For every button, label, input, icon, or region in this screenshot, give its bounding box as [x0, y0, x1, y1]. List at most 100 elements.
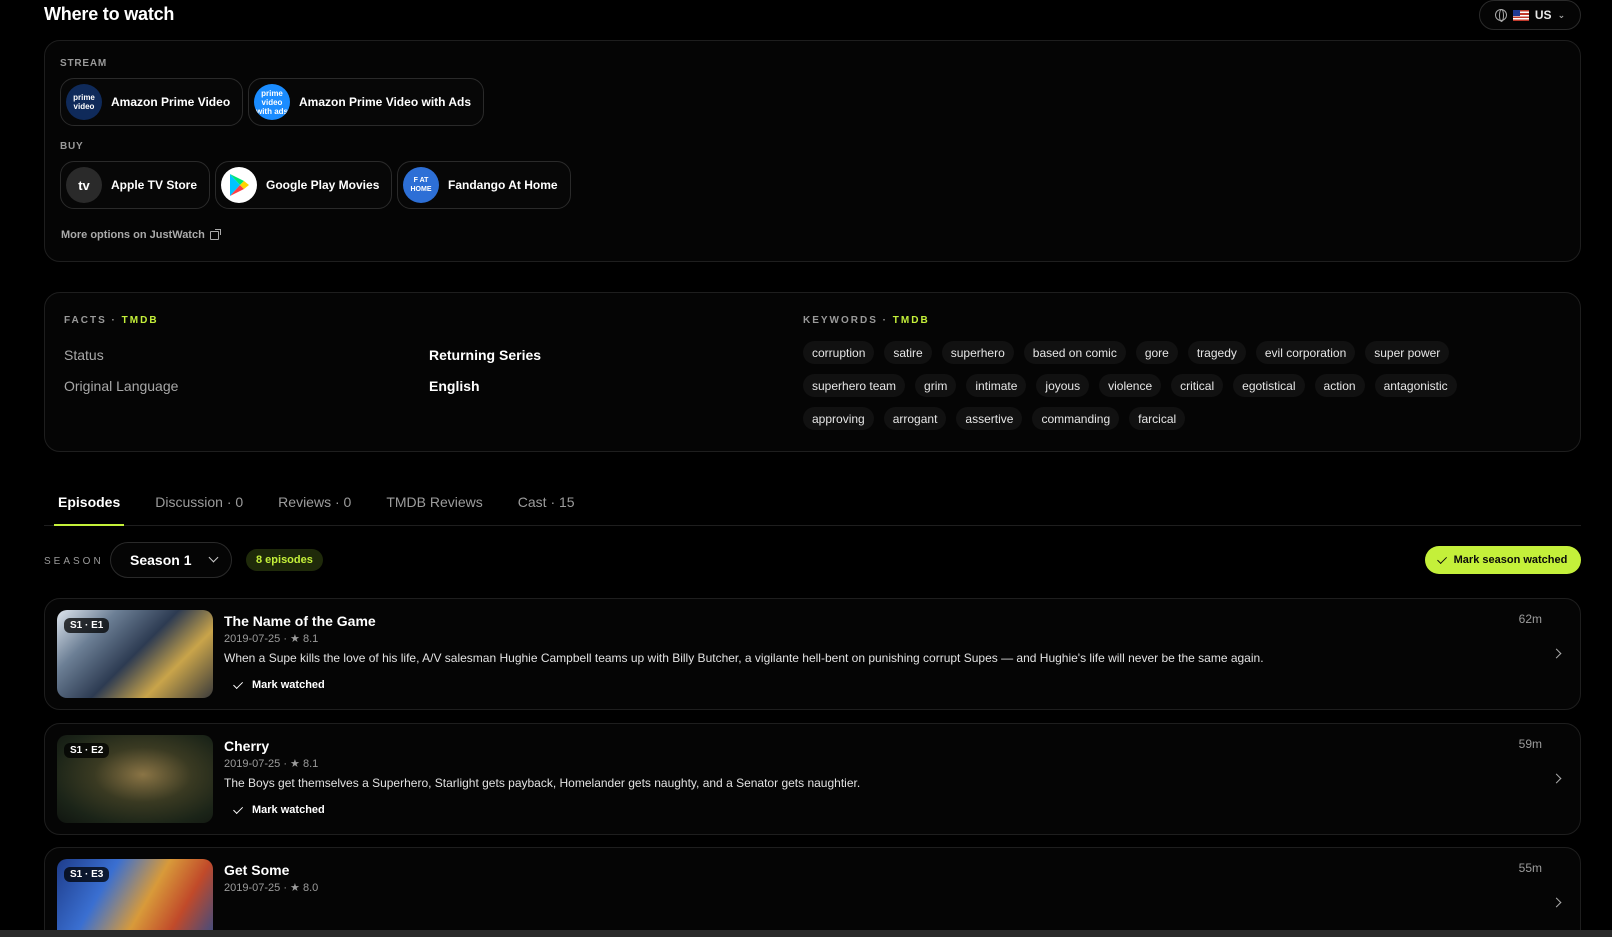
keywords-heading-label: KEYWORDS	[803, 315, 878, 326]
provider-amazon-prime-video-ads[interactable]: prime video with ads Amazon Prime Video …	[248, 78, 485, 126]
keyword-chip[interactable]: commanding	[1032, 407, 1120, 430]
chevron-right-icon[interactable]	[1551, 897, 1562, 908]
keyword-chip[interactable]: evil corporation	[1255, 341, 1356, 364]
keywords-source: TMDB	[892, 315, 930, 326]
keywords-heading: KEYWORDS · TMDB	[803, 315, 930, 326]
mark-season-watched-button[interactable]: Mark season watched	[1425, 546, 1581, 574]
provider-amazon-prime-video[interactable]: prime video Amazon Prime Video	[60, 78, 244, 126]
keyword-chip[interactable]: tragedy	[1187, 341, 1246, 364]
mark-watched-button[interactable]: Mark watched	[233, 678, 325, 691]
episode-title: Cherry	[224, 738, 270, 754]
provider-fandango-at-home[interactable]: F AT HOME Fandango At Home	[397, 161, 571, 209]
keyword-chip[interactable]: farcical	[1129, 407, 1186, 430]
check-icon	[1436, 553, 1447, 564]
keyword-chip[interactable]: based on comic	[1023, 341, 1126, 364]
facts-source: TMDB	[121, 315, 159, 326]
tab-tmdb-reviews[interactable]: TMDB Reviews	[386, 486, 482, 525]
facts-heading-label: FACTS	[64, 315, 107, 326]
mark-watched-label: Mark watched	[252, 679, 325, 691]
episode-code: S1 · E1	[64, 618, 110, 633]
keyword-chip[interactable]: grim	[915, 374, 957, 397]
keyword-chip[interactable]: corruption	[803, 341, 875, 364]
provider-name: Amazon Prime Video with Ads	[299, 95, 472, 109]
keyword-chip[interactable]: assertive	[956, 407, 1023, 430]
keyword-chip[interactable]: super power	[1365, 341, 1450, 364]
tab-cast[interactable]: Cast · 15	[518, 486, 575, 525]
episode-title: The Name of the Game	[224, 613, 376, 629]
season-select[interactable]: Season 1	[110, 542, 232, 578]
check-icon	[233, 678, 244, 689]
region-selector[interactable]: US ⌄	[1479, 0, 1581, 30]
chevron-down-icon	[208, 552, 219, 563]
episode-count-badge: 8 episodes	[246, 549, 323, 571]
horizontal-scrollbar[interactable]	[0, 930, 1612, 937]
tab-bar: Episodes Discussion · 0 Reviews · 0 TMDB Re…	[44, 486, 1581, 526]
where-to-watch-title: Where to watch	[44, 4, 175, 24]
keyword-chip[interactable]: arrogant	[883, 407, 947, 430]
provider-google-play-movies[interactable]: Google Play Movies	[215, 161, 393, 209]
keyword-chip[interactable]: critical	[1171, 374, 1224, 397]
fandango-logo-icon: F AT HOME	[403, 167, 439, 203]
episode-duration: 59m	[1518, 737, 1542, 751]
episode-thumbnail: S1 · E3	[57, 859, 213, 937]
keyword-chip[interactable]: antagonistic	[1374, 374, 1457, 397]
apple-tv-logo-icon: tv	[66, 167, 102, 203]
fact-label-language: Original Language	[64, 378, 179, 394]
episode-code: S1 · E3	[64, 867, 110, 882]
chevron-right-icon[interactable]	[1551, 648, 1562, 659]
facts-heading: FACTS · TMDB	[64, 315, 159, 326]
episode-meta: 2019-07-25 · ★ 8.0	[224, 882, 319, 894]
us-flag-icon	[1512, 9, 1529, 21]
episode-duration: 62m	[1518, 612, 1542, 626]
episode-meta: 2019-07-25 · ★ 8.1	[224, 758, 319, 770]
chevron-down-icon: ⌄	[1557, 9, 1566, 20]
stream-label: STREAM	[60, 58, 108, 69]
keyword-chip[interactable]: joyous	[1036, 374, 1090, 397]
more-options-link[interactable]: More options on JustWatch	[61, 228, 221, 241]
keyword-chip[interactable]: superhero	[941, 341, 1014, 364]
globe-icon	[1494, 9, 1507, 22]
keyword-chip[interactable]: egotistical	[1233, 374, 1305, 397]
where-to-watch-header: Where to watch US ⌄	[44, 0, 1581, 36]
chevron-right-icon[interactable]	[1551, 773, 1562, 784]
episode-card-3[interactable]: S1 · E3 Get Some 2019-07-25 · ★ 8.0 55m	[44, 847, 1581, 937]
provider-name: Apple TV Store	[111, 178, 198, 192]
episode-thumbnail: S1 · E1	[57, 610, 213, 698]
check-icon	[233, 803, 244, 814]
keyword-chip[interactable]: violence	[1099, 374, 1162, 397]
episode-meta: 2019-07-25 · ★ 8.1	[224, 633, 319, 645]
episode-code: S1 · E2	[64, 743, 110, 758]
keyword-chip[interactable]: satire	[884, 341, 932, 364]
tab-discussion[interactable]: Discussion · 0	[155, 486, 243, 525]
keyword-chip[interactable]: approving	[803, 407, 874, 430]
mark-watched-label: Mark watched	[252, 804, 325, 816]
episode-duration: 55m	[1518, 861, 1542, 875]
mark-season-watched-label: Mark season watched	[1453, 554, 1568, 566]
episode-description: The Boys get themselves a Superhero, Sta…	[224, 776, 861, 790]
provider-name: Amazon Prime Video	[111, 95, 231, 109]
keyword-chip[interactable]: superhero team	[803, 374, 906, 397]
provider-name: Fandango At Home	[448, 178, 558, 192]
buy-label: BUY	[60, 141, 84, 152]
region-label: US	[1534, 8, 1552, 22]
provider-apple-tv-store[interactable]: tv Apple TV Store	[60, 161, 211, 209]
keywords-list: corruption satire superhero based on comic g…	[803, 341, 1493, 430]
fact-label-status: Status	[64, 347, 104, 363]
mark-watched-button[interactable]: Mark watched	[233, 803, 325, 816]
tab-episodes[interactable]: Episodes	[53, 486, 125, 526]
tab-reviews[interactable]: Reviews · 0	[278, 486, 351, 525]
provider-name: Google Play Movies	[266, 178, 380, 192]
keyword-chip[interactable]: intimate	[966, 374, 1027, 397]
keyword-chip[interactable]: gore	[1135, 341, 1178, 364]
external-link-icon	[209, 228, 221, 240]
episode-description: When a Supe kills the love of his life, …	[224, 651, 1264, 665]
more-options-label: More options on JustWatch	[61, 229, 205, 241]
episode-thumbnail: S1 · E2	[57, 735, 213, 823]
fact-value-status: Returning Series	[429, 347, 542, 363]
where-to-watch-card: STREAM prime video Amazon Prime Video pr…	[44, 40, 1581, 262]
episode-card-2[interactable]: S1 · E2 Cherry 2019-07-25 · ★ 8.1 The Bo…	[44, 723, 1581, 835]
keyword-chip[interactable]: action	[1314, 374, 1365, 397]
episode-card-1[interactable]: S1 · E1 The Name of the Game 2019-07-25 …	[44, 598, 1581, 710]
fact-value-language: English	[429, 378, 480, 394]
episode-title: Get Some	[224, 862, 290, 878]
